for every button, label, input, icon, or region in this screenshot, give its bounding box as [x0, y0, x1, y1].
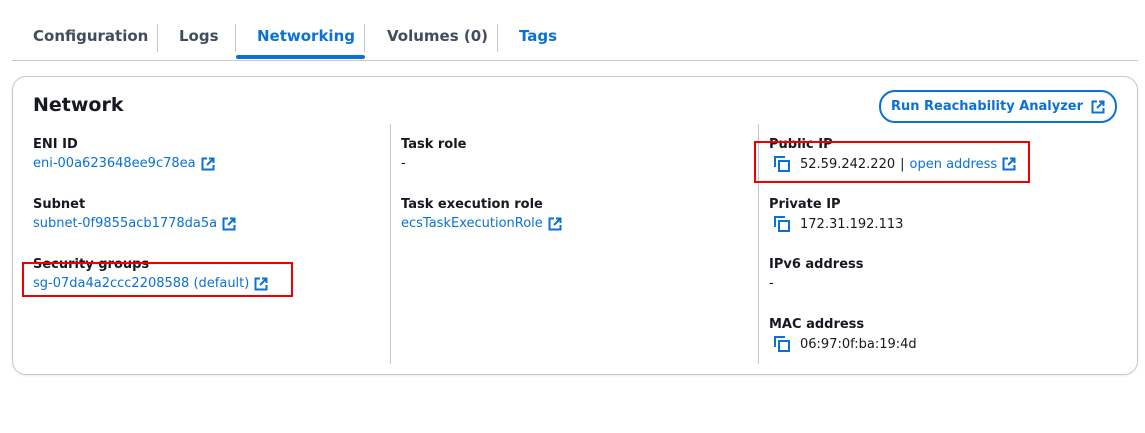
tab-configuration[interactable]: Configuration — [33, 27, 148, 45]
active-tab-indicator — [236, 55, 365, 59]
mac-address-value: 06:97:0f:ba:19:4d — [800, 336, 917, 352]
panel-title: Network — [33, 94, 124, 116]
tab-networking[interactable]: Networking — [257, 27, 355, 45]
copy-icon[interactable] — [773, 335, 791, 353]
tab-logs[interactable]: Logs — [179, 27, 219, 45]
task-role-value: - — [401, 156, 406, 171]
private-ip-value: 172.31.192.113 — [800, 216, 904, 232]
task-role-label: Task role — [401, 137, 467, 152]
highlight-box — [754, 141, 1030, 183]
subnet-label: Subnet — [33, 197, 86, 212]
tab-divider — [12, 60, 1138, 61]
eni-id-link[interactable]: eni-00a623648ee9c78ea — [33, 156, 196, 171]
tab-tags[interactable]: Tags — [519, 27, 557, 45]
copy-icon[interactable] — [773, 215, 791, 233]
ipv6-value: - — [769, 276, 774, 291]
private-ip-label: Private IP — [769, 197, 841, 212]
external-link-icon[interactable] — [222, 217, 236, 231]
external-link-icon — [1091, 100, 1105, 114]
task-execution-role-label: Task execution role — [401, 197, 543, 212]
tab-volumes[interactable]: Volumes (0) — [387, 27, 488, 45]
external-link-icon[interactable] — [201, 157, 215, 171]
tab-separator — [364, 24, 365, 52]
column-divider — [390, 124, 391, 364]
subnet-link[interactable]: subnet-0f9855acb1778da5a — [33, 216, 217, 231]
external-link-icon[interactable] — [548, 217, 562, 231]
tab-separator — [497, 24, 498, 52]
ipv6-label: IPv6 address — [769, 257, 864, 272]
tab-separator — [235, 24, 236, 52]
mac-address-label: MAC address — [769, 317, 865, 332]
eni-id-label: ENI ID — [33, 137, 78, 152]
button-label: Run Reachability Analyzer — [890, 99, 1084, 114]
run-reachability-analyzer-button[interactable]: Run Reachability Analyzer — [879, 90, 1117, 123]
task-execution-role-link[interactable]: ecsTaskExecutionRole — [401, 216, 543, 231]
highlight-box — [22, 262, 293, 297]
tab-separator — [157, 24, 158, 52]
